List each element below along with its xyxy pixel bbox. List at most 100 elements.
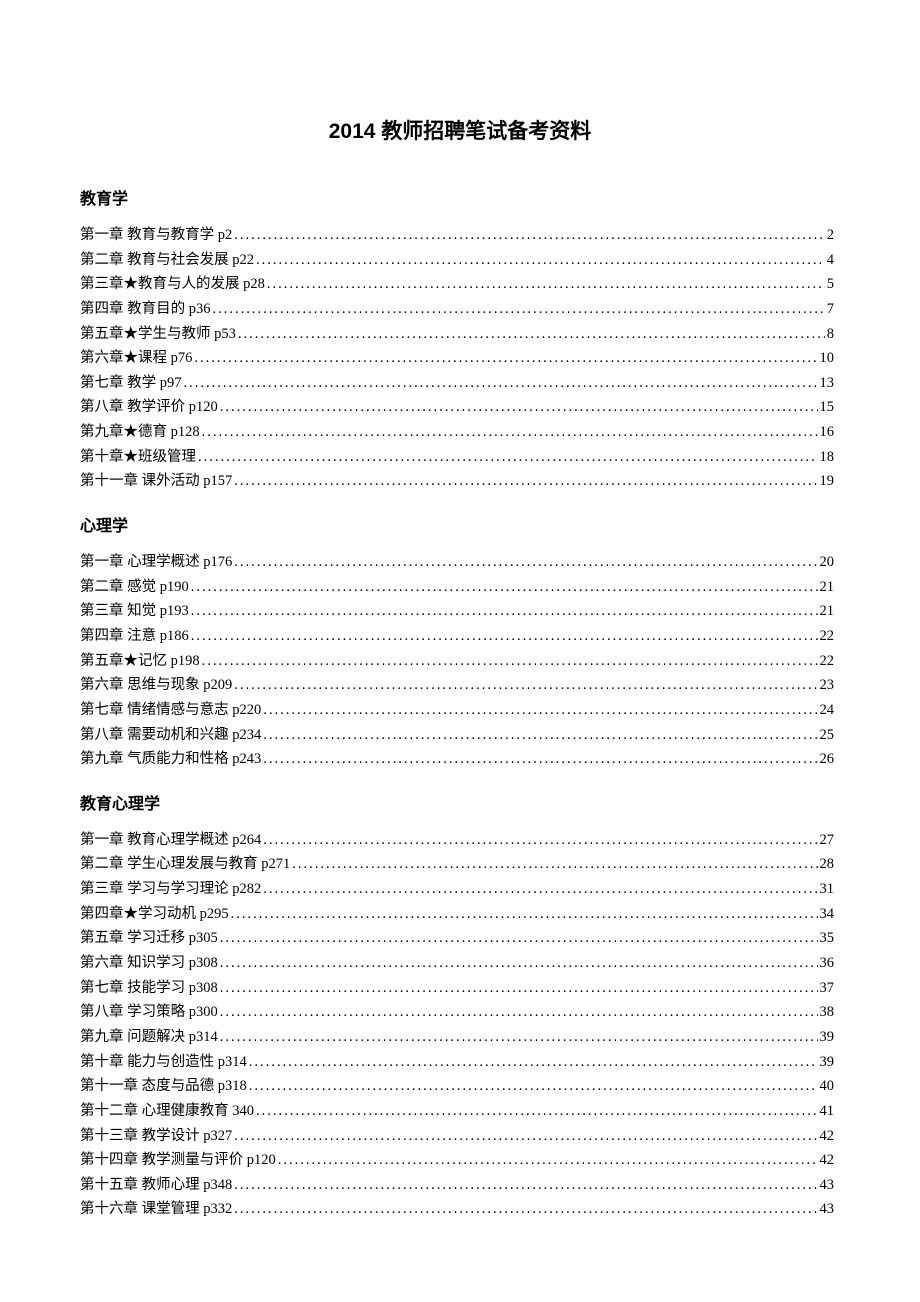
toc-entry-label: 第二章 学生心理发展与教育 p271 bbox=[80, 852, 290, 877]
toc-entry-label: 第五章★学生与教师 p53 bbox=[80, 322, 236, 347]
toc-entry: 第十一章 课外活动 p15719 bbox=[80, 469, 840, 494]
toc-entry-page: 20 bbox=[820, 550, 841, 575]
toc-entry-label: 第四章★学习动机 p295 bbox=[80, 902, 229, 927]
toc-entry-page: 21 bbox=[820, 575, 841, 600]
toc-entry-leader-dots bbox=[263, 877, 817, 902]
toc-entry: 第一章 教育与教育学 p22 bbox=[80, 223, 840, 248]
toc-entry-page: 25 bbox=[820, 723, 841, 748]
toc-entry-label: 第十二章 心理健康教育 340 bbox=[80, 1099, 254, 1124]
toc-entry-page: 42 bbox=[820, 1148, 841, 1173]
toc-entry: 第十六章 课堂管理 p33243 bbox=[80, 1197, 840, 1222]
toc-entry: 第二章 学生心理发展与教育 p271 28 bbox=[80, 852, 840, 877]
toc-entry: 第七章 情绪情感与意志 p22024 bbox=[80, 698, 840, 723]
toc-entry-leader-dots bbox=[202, 649, 818, 674]
toc-entry-label: 第九章 气质能力和性格 p243 bbox=[80, 747, 261, 772]
toc-entry: 第六章★课程 p7610 bbox=[80, 346, 840, 371]
toc-entry-page: 38 bbox=[820, 1000, 841, 1025]
toc-entry-page: 43 bbox=[820, 1197, 841, 1222]
toc-entry-label: 第八章 需要动机和兴趣 p234 bbox=[80, 723, 261, 748]
toc-entry-leader-dots bbox=[263, 698, 817, 723]
document-title: 2014 教师招聘笔试备考资料 bbox=[80, 115, 840, 145]
toc-entry-leader-dots bbox=[238, 322, 825, 347]
toc-entry: 第六章 知识学习 p308 36 bbox=[80, 951, 840, 976]
toc-entry-label: 第三章 学习与学习理论 p282 bbox=[80, 877, 261, 902]
toc-entry-leader-dots bbox=[220, 1025, 818, 1050]
toc-entry-leader-dots bbox=[198, 445, 818, 470]
toc-entry-label: 第十章★班级管理 bbox=[80, 445, 196, 470]
toc-entry-label: 第十五章 教师心理 p348 bbox=[80, 1173, 232, 1198]
section-heading: 心理学 bbox=[80, 512, 840, 536]
toc-entry: 第十四章 教学测量与评价 p120 42 bbox=[80, 1148, 840, 1173]
toc-entry: 第五章★学生与教师 p53 8 bbox=[80, 322, 840, 347]
toc-entry-page: 16 bbox=[820, 420, 841, 445]
toc-entry-label: 第三章★教育与人的发展 p28 bbox=[80, 272, 265, 297]
toc-entry-page: 10 bbox=[820, 346, 841, 371]
toc-entry: 第八章 教学评价 p12015 bbox=[80, 395, 840, 420]
toc-entry-page: 35 bbox=[820, 926, 841, 951]
toc-entry-page: 28 bbox=[820, 852, 841, 877]
toc-entry-page: 36 bbox=[820, 951, 841, 976]
toc-entry-leader-dots bbox=[234, 1197, 817, 1222]
toc-entry-leader-dots bbox=[234, 469, 817, 494]
toc-entry-leader-dots bbox=[267, 272, 825, 297]
toc-entry-leader-dots bbox=[191, 575, 818, 600]
toc-entry-label: 第十四章 教学测量与评价 p120 bbox=[80, 1148, 276, 1173]
toc-entry-page: 40 bbox=[820, 1074, 841, 1099]
toc-entry: 第五章★记忆 p198 22 bbox=[80, 649, 840, 674]
toc-entry: 第一章 心理学概述 p17620 bbox=[80, 550, 840, 575]
toc-entry: 第四章★学习动机 p29534 bbox=[80, 902, 840, 927]
toc-entry: 第十章 能力与创造性 p31439 bbox=[80, 1050, 840, 1075]
toc-entry-leader-dots bbox=[220, 926, 818, 951]
toc-entry: 第九章 气质能力和性格 p24326 bbox=[80, 747, 840, 772]
toc-entry-label: 第五章★记忆 p198 bbox=[80, 649, 200, 674]
toc-entry-page: 4 bbox=[827, 248, 840, 273]
toc-entry-page: 19 bbox=[820, 469, 841, 494]
toc-entry-label: 第八章 学习策略 p300 bbox=[80, 1000, 218, 1025]
toc-entry-page: 21 bbox=[820, 599, 841, 624]
toc-entry-leader-dots bbox=[256, 248, 825, 273]
toc-entry-page: 18 bbox=[820, 445, 841, 470]
toc-entry-leader-dots bbox=[234, 1173, 817, 1198]
toc-entry-label: 第一章 教育与教育学 p2 bbox=[80, 223, 232, 248]
toc-entry-page: 13 bbox=[820, 371, 841, 396]
toc-entry-leader-dots bbox=[213, 297, 825, 322]
toc-entry-label: 第十章 能力与创造性 p314 bbox=[80, 1050, 247, 1075]
toc-entry-page: 22 bbox=[820, 649, 841, 674]
toc-entry-label: 第四章 注意 p186 bbox=[80, 624, 189, 649]
document-page: 2014 教师招聘笔试备考资料 教育学第一章 教育与教育学 p22第二章 教育与… bbox=[0, 0, 920, 1282]
toc-entry-page: 41 bbox=[820, 1099, 841, 1124]
toc-entry: 第五章 学习迁移 p30535 bbox=[80, 926, 840, 951]
toc-entry-leader-dots bbox=[231, 902, 818, 927]
toc-entry: 第十章★班级管理 18 bbox=[80, 445, 840, 470]
toc-entry: 第三章 学习与学习理论 p28231 bbox=[80, 877, 840, 902]
toc-entry-page: 27 bbox=[820, 828, 841, 853]
toc-entry-label: 第二章 感觉 p190 bbox=[80, 575, 189, 600]
toc-entry-page: 5 bbox=[827, 272, 840, 297]
toc-entry-label: 第六章 思维与现象 p209 bbox=[80, 673, 232, 698]
toc-entry: 第四章 教育目的 p367 bbox=[80, 297, 840, 322]
toc-entry-label: 第九章★德育 p128 bbox=[80, 420, 200, 445]
toc-entry-leader-dots bbox=[263, 828, 817, 853]
toc-entry: 第七章 技能学习 p30837 bbox=[80, 976, 840, 1001]
toc-entry: 第十三章 教学设计 p32742 bbox=[80, 1124, 840, 1149]
toc-entry-label: 第十三章 教学设计 p327 bbox=[80, 1124, 232, 1149]
toc-entry-leader-dots bbox=[249, 1050, 818, 1075]
toc-entry: 第八章 学习策略 p300 38 bbox=[80, 1000, 840, 1025]
toc-entry: 第十五章 教师心理 p34843 bbox=[80, 1173, 840, 1198]
toc-entry-leader-dots bbox=[292, 852, 817, 877]
toc-entry-leader-dots bbox=[278, 1148, 818, 1173]
toc-entry: 第九章★德育 p128 16 bbox=[80, 420, 840, 445]
toc-entry-leader-dots bbox=[220, 951, 818, 976]
toc-entry-leader-dots bbox=[263, 747, 817, 772]
toc-entry: 第二章 感觉 p190 21 bbox=[80, 575, 840, 600]
toc-entry-label: 第四章 教育目的 p36 bbox=[80, 297, 211, 322]
toc-entry: 第十一章 态度与品德 p31840 bbox=[80, 1074, 840, 1099]
toc-entry-page: 8 bbox=[827, 322, 840, 347]
toc-entry-label: 第七章 技能学习 p308 bbox=[80, 976, 218, 1001]
toc-entry-leader-dots bbox=[220, 395, 818, 420]
toc-entry-label: 第八章 教学评价 p120 bbox=[80, 395, 218, 420]
toc-entry-leader-dots bbox=[263, 723, 817, 748]
toc-entry-page: 23 bbox=[820, 673, 841, 698]
toc-entry-label: 第六章 知识学习 p308 bbox=[80, 951, 218, 976]
toc-entry-leader-dots bbox=[191, 624, 818, 649]
